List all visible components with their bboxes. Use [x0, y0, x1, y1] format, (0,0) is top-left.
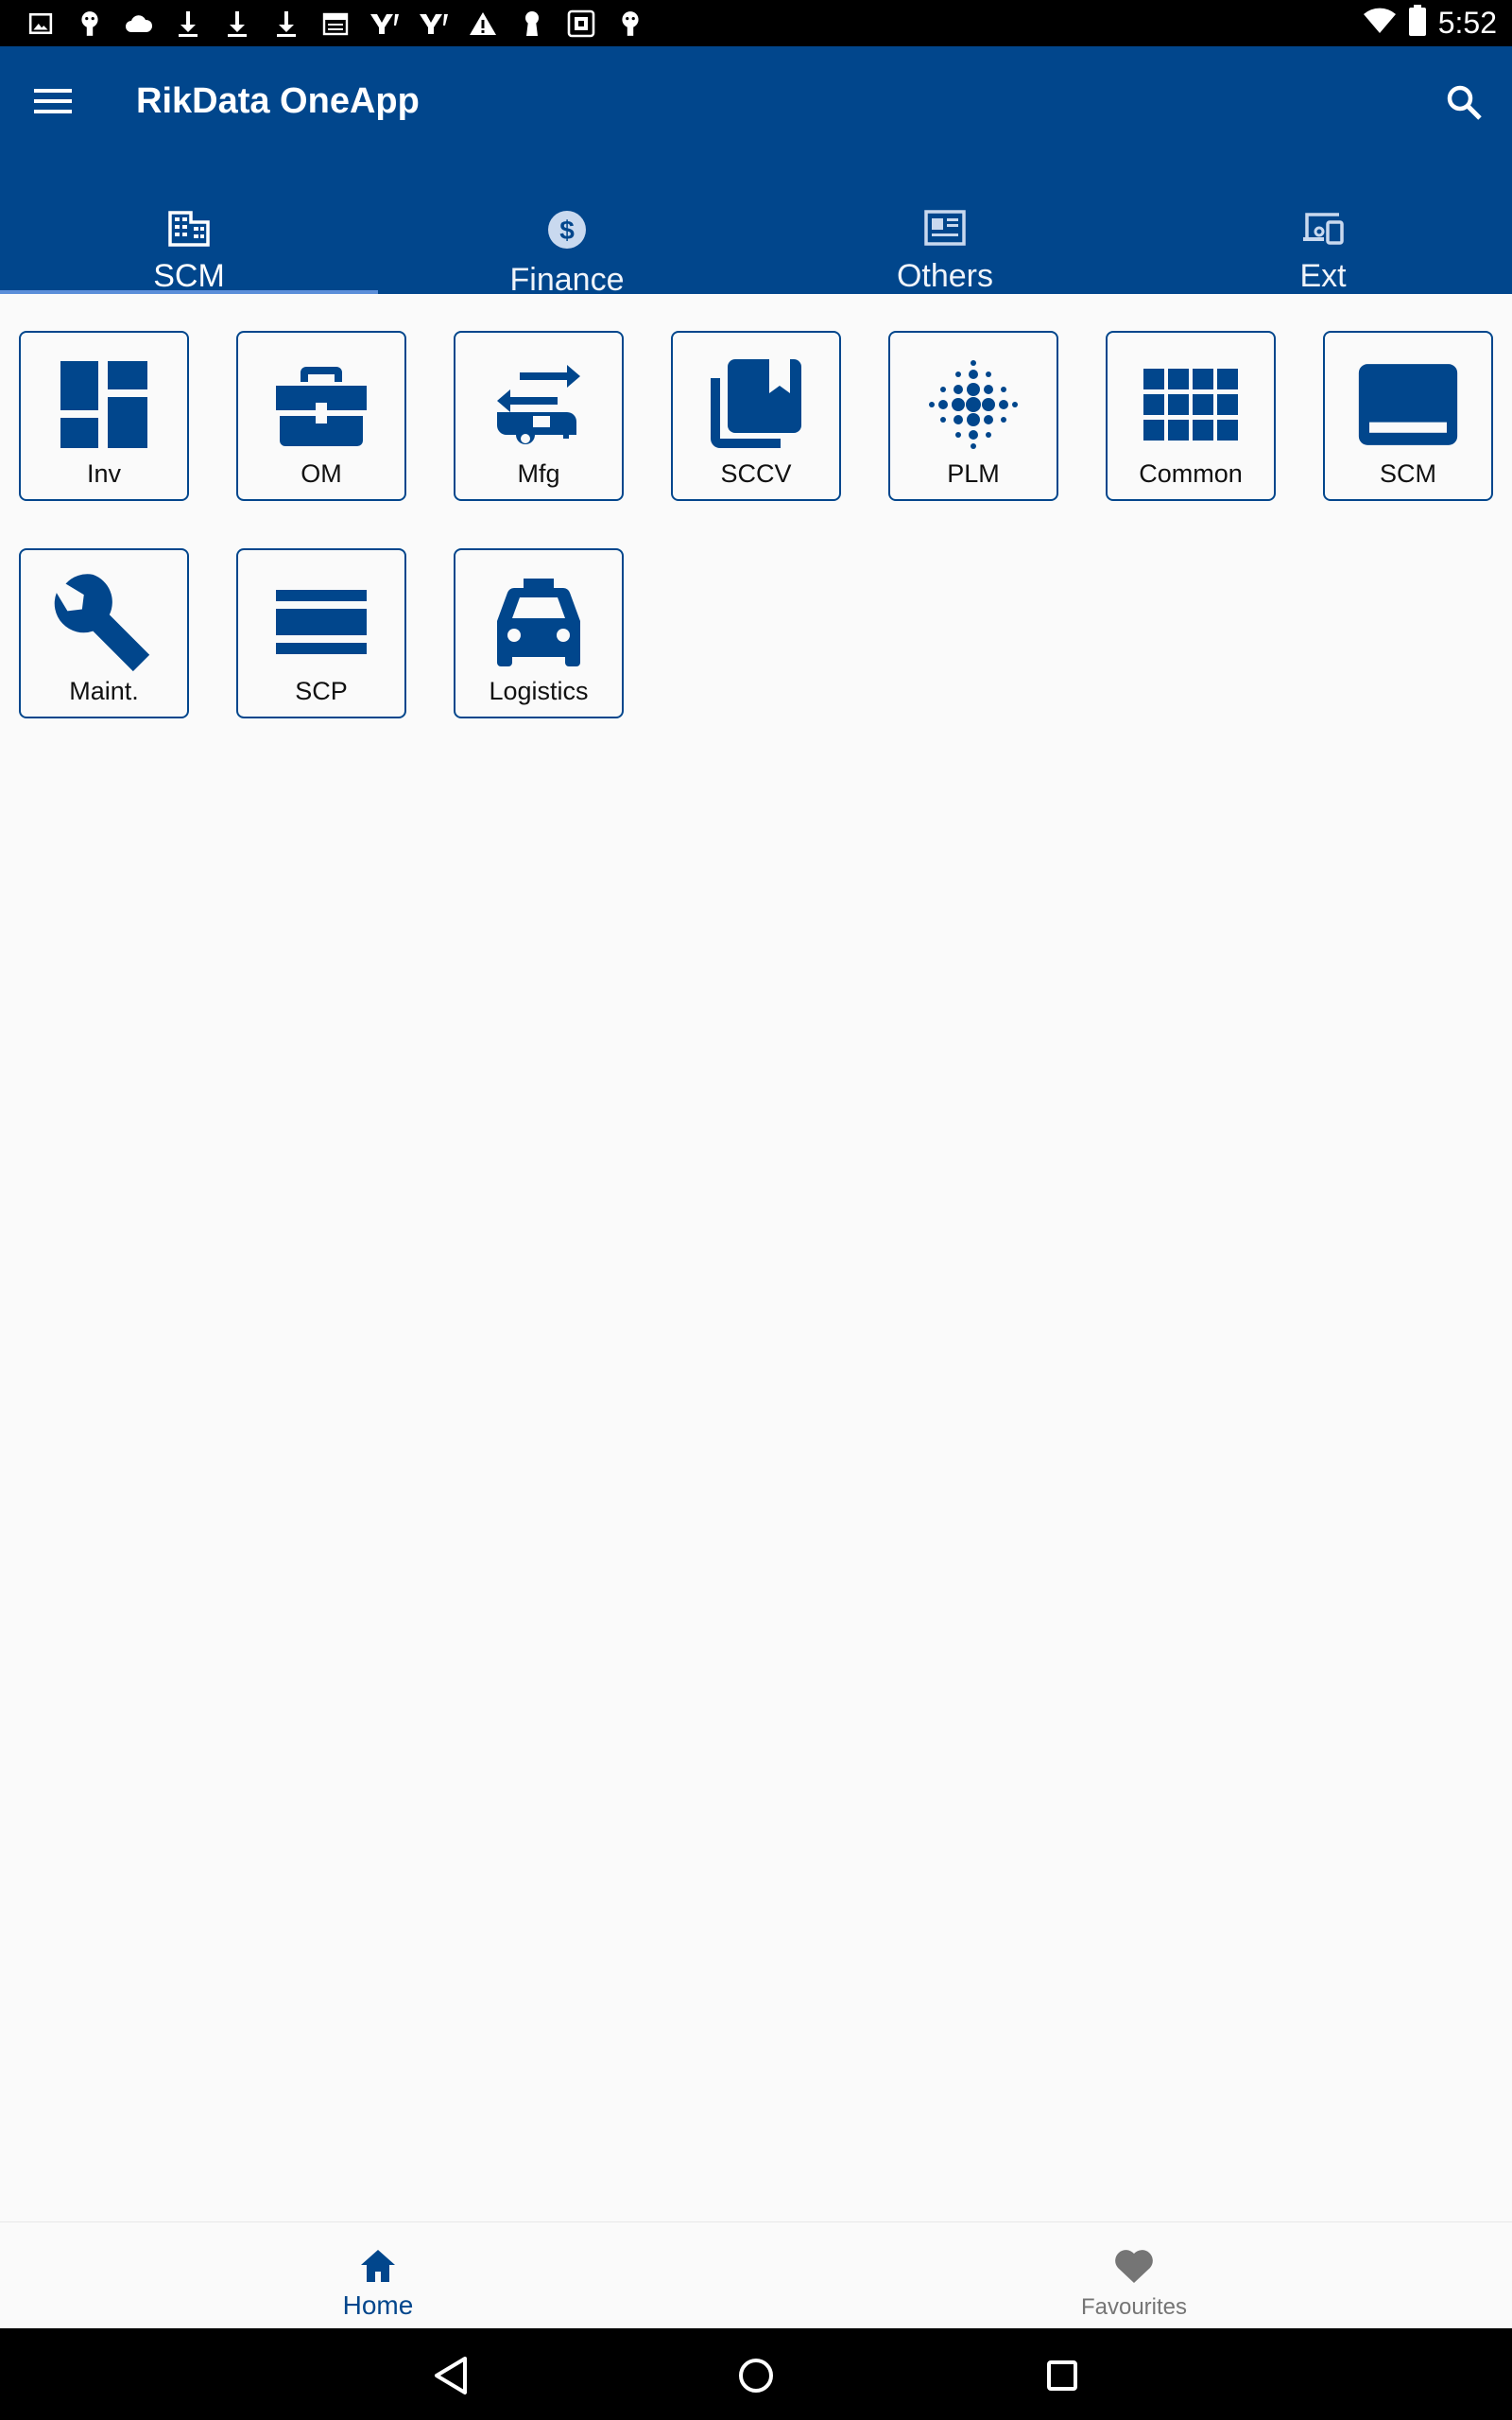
- tile-mfg[interactable]: Mfg: [454, 331, 624, 501]
- building-icon: [166, 209, 212, 247]
- yahoo-icon: [416, 6, 452, 42]
- tile-label: Common: [1139, 459, 1243, 488]
- tab-label: Finance: [509, 262, 625, 298]
- battery-icon: [1408, 5, 1427, 42]
- back-button[interactable]: [421, 2347, 478, 2404]
- tile-label: Inv: [86, 459, 122, 488]
- download-icon: [268, 6, 304, 42]
- download-icon: [170, 6, 206, 42]
- bottom-navigation: Home Favourites: [0, 2221, 1512, 2328]
- tile-label: SCM: [1380, 459, 1436, 488]
- notification-icons: [23, 6, 648, 42]
- download-icon: [219, 6, 255, 42]
- dashboard-icon: [53, 354, 155, 456]
- svg-text:$: $: [559, 216, 575, 245]
- recents-button[interactable]: [1034, 2347, 1091, 2404]
- lines-icon: [270, 571, 372, 673]
- calendar-icon: [318, 6, 353, 42]
- tile-inv[interactable]: Inv: [19, 331, 189, 501]
- yahoo-icon: [367, 6, 403, 42]
- tile-common[interactable]: Common: [1106, 331, 1276, 501]
- tile-scp[interactable]: SCP: [236, 548, 406, 718]
- home-icon: [355, 2243, 401, 2289]
- bottom-nav-favourites[interactable]: Favourites: [756, 2222, 1512, 2328]
- search-icon: [1447, 85, 1482, 120]
- tab-label: Others: [896, 258, 994, 294]
- tile-plm[interactable]: PLM: [888, 331, 1058, 501]
- back-triangle-icon: [435, 2357, 467, 2394]
- briefcase-icon: [270, 354, 372, 456]
- home-circle-icon: [739, 2359, 773, 2393]
- image-icon: [23, 6, 59, 42]
- tile-label: SCCV: [720, 459, 792, 488]
- rv-transfer-icon: [488, 354, 590, 456]
- menu-icon: [34, 89, 72, 113]
- tile-om[interactable]: OM: [236, 331, 406, 501]
- tile-logistics[interactable]: Logistics: [454, 548, 624, 718]
- tab-others[interactable]: Others: [756, 160, 1134, 294]
- dot-grid-icon: [922, 354, 1024, 456]
- newspaper-icon: [922, 209, 968, 247]
- tab-bar: SCM $ Finance Others Ext: [0, 160, 1512, 298]
- cloud-icon: [121, 6, 157, 42]
- bottom-nav-label: Home: [342, 2290, 414, 2320]
- tile-label: OM: [301, 459, 342, 488]
- app-bar: RikData OneApp SCM $ Finance Others Ext: [0, 46, 1512, 298]
- bottom-nav-label: Favourites: [1080, 2294, 1188, 2320]
- tile-label: Mfg: [517, 459, 560, 488]
- android-icon: [72, 6, 108, 42]
- status-bar: 5:52: [0, 0, 1512, 46]
- bottom-nav-home[interactable]: Home: [0, 2222, 756, 2328]
- tile-scm[interactable]: SCM: [1323, 331, 1493, 501]
- status-time: 5:52: [1437, 6, 1497, 40]
- home-button[interactable]: [728, 2347, 784, 2404]
- dollar-circle-icon: $: [544, 209, 590, 251]
- keyhole-icon: [514, 6, 550, 42]
- laptop-icon: [1357, 354, 1459, 456]
- wifi-icon: [1363, 7, 1397, 40]
- warning-icon: [465, 6, 501, 42]
- android-icon: [612, 6, 648, 42]
- tile-maint[interactable]: Maint.: [19, 548, 189, 718]
- tab-ext[interactable]: Ext: [1134, 160, 1512, 294]
- app-title: RikData OneApp: [136, 81, 420, 121]
- tile-sccv[interactable]: SCCV: [671, 331, 841, 501]
- tile-label: PLM: [947, 459, 1000, 488]
- devices-icon: [1300, 209, 1346, 247]
- system-navigation-bar: [0, 2328, 1512, 2420]
- collections-bookmark-icon: [705, 354, 807, 456]
- active-tab-indicator: [0, 290, 378, 294]
- heart-icon: [1111, 2243, 1157, 2289]
- keypad-grid-icon: [1140, 354, 1242, 456]
- tab-label: Ext: [1299, 258, 1347, 294]
- status-right: 5:52: [1363, 0, 1497, 46]
- search-button[interactable]: [1435, 73, 1493, 131]
- recents-square-icon: [1047, 2360, 1077, 2391]
- tile-label: Logistics: [489, 677, 589, 705]
- tab-scm[interactable]: SCM: [0, 160, 378, 294]
- wrench-icon: [53, 571, 155, 673]
- tab-finance[interactable]: $ Finance: [378, 160, 756, 298]
- tile-label: SCP: [295, 677, 348, 705]
- taxi-icon: [488, 571, 590, 673]
- tile-label: Maint.: [69, 677, 139, 705]
- gallery-icon: [563, 6, 599, 42]
- menu-button[interactable]: [26, 75, 79, 128]
